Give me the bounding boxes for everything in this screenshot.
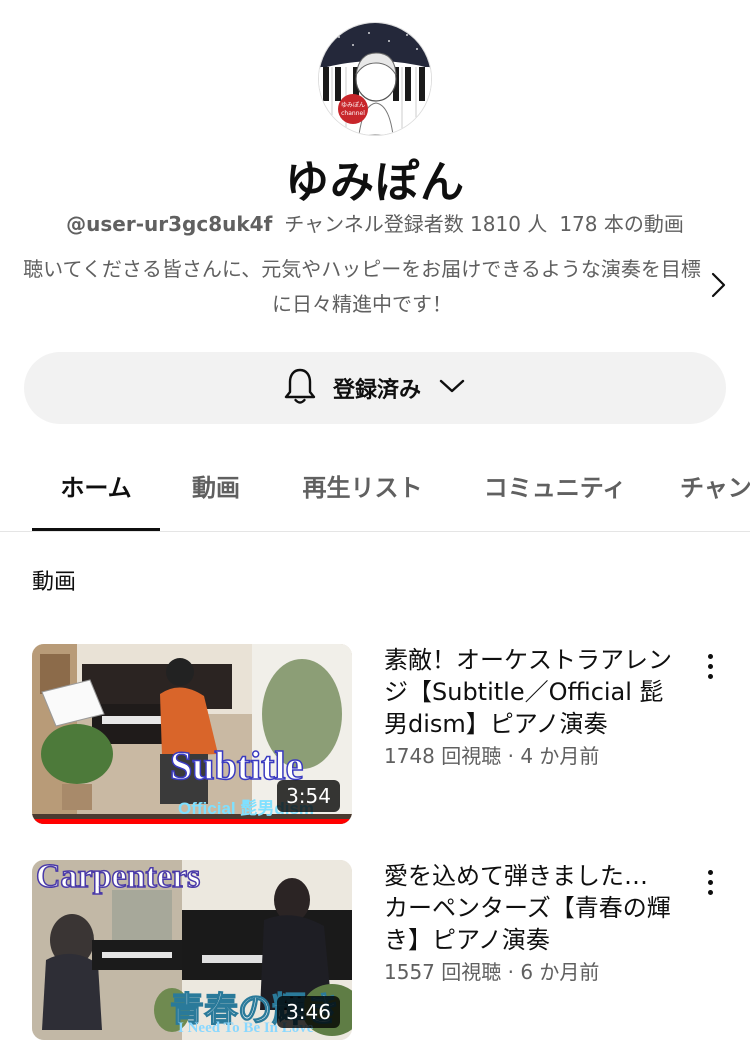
more-vert-icon[interactable] [696, 648, 724, 684]
more-vert-icon[interactable] [696, 864, 724, 900]
svg-text:channel: channel [341, 110, 365, 117]
view-count: 1748 回視聴 [384, 744, 502, 768]
meta-separator: · [501, 744, 521, 768]
view-count: 1557 回視聴 [384, 960, 502, 984]
thumbnail-title-overlay: Carpenters [35, 860, 201, 896]
section-title: 動画 [32, 570, 77, 595]
channel-description[interactable]: 聴いてくださる皆さんに、元気やハッピーをお届けできるような演奏を目標に日々精進中… [22, 252, 702, 322]
video-meta: 1748 回視聴 · 4 か月前 [384, 740, 599, 769]
channel-handle: @user-ur3gc8uk4f [66, 212, 273, 236]
tab-videos[interactable]: 動画 [176, 452, 256, 531]
tab-home[interactable]: ホーム [32, 452, 160, 531]
channel-tabs: ホーム 動画 再生リスト コミュニティ チャンネル [0, 452, 750, 532]
tab-community[interactable]: コミュニティ [470, 452, 640, 531]
video-duration: 3:46 [277, 996, 340, 1028]
channel-name: ゆみぽん [285, 157, 465, 208]
avatar-illustration: ゆみぽん channel [319, 23, 431, 135]
channel-avatar[interactable]: ゆみぽん channel [318, 22, 432, 136]
video-title[interactable]: 愛を込めて弾きました… カーペンターズ【青春の輝き】ピアノ演奏 [384, 860, 674, 956]
svg-text:ゆみぽん: ゆみぽん [341, 101, 365, 109]
video-item[interactable]: Carpenters 青春の輝き I Need To Be In Love 3:… [32, 860, 722, 1040]
bell-icon [283, 366, 317, 410]
video-meta: 1557 回視聴 · 6 か月前 [384, 956, 599, 985]
subscribed-button[interactable]: 登録済み [24, 352, 726, 424]
upload-age: 4 か月前 [520, 744, 600, 768]
video-item[interactable]: Subtitle Official 髭男dism 3:54 素敵！オーケストラア… [32, 644, 722, 824]
chevron-right-icon[interactable] [705, 270, 731, 300]
video-duration: 3:54 [277, 780, 340, 812]
tab-channels[interactable]: チャンネル [680, 452, 750, 531]
chevron-down-icon [437, 376, 467, 400]
subscribed-label: 登録済み [332, 378, 421, 403]
channel-meta: @user-ur3gc8uk4f チャンネル登録者数 1810 人 178 本の動画 [0, 208, 750, 237]
upload-age: 6 か月前 [520, 960, 600, 984]
meta-separator: · [501, 960, 521, 984]
video-thumbnail[interactable]: Carpenters 青春の輝き I Need To Be In Love 3:… [32, 860, 352, 1040]
subscriber-count: チャンネル登録者数 1810 人 [284, 212, 548, 236]
watch-progress-bar [32, 819, 352, 824]
tab-playlists[interactable]: 再生リスト [290, 452, 435, 531]
video-title[interactable]: 素敵！オーケストラアレンジ【Subtitle／Official 髭男dism】ピ… [384, 644, 674, 740]
video-thumbnail[interactable]: Subtitle Official 髭男dism 3:54 [32, 644, 352, 824]
video-count: 178 本の動画 [559, 212, 684, 236]
